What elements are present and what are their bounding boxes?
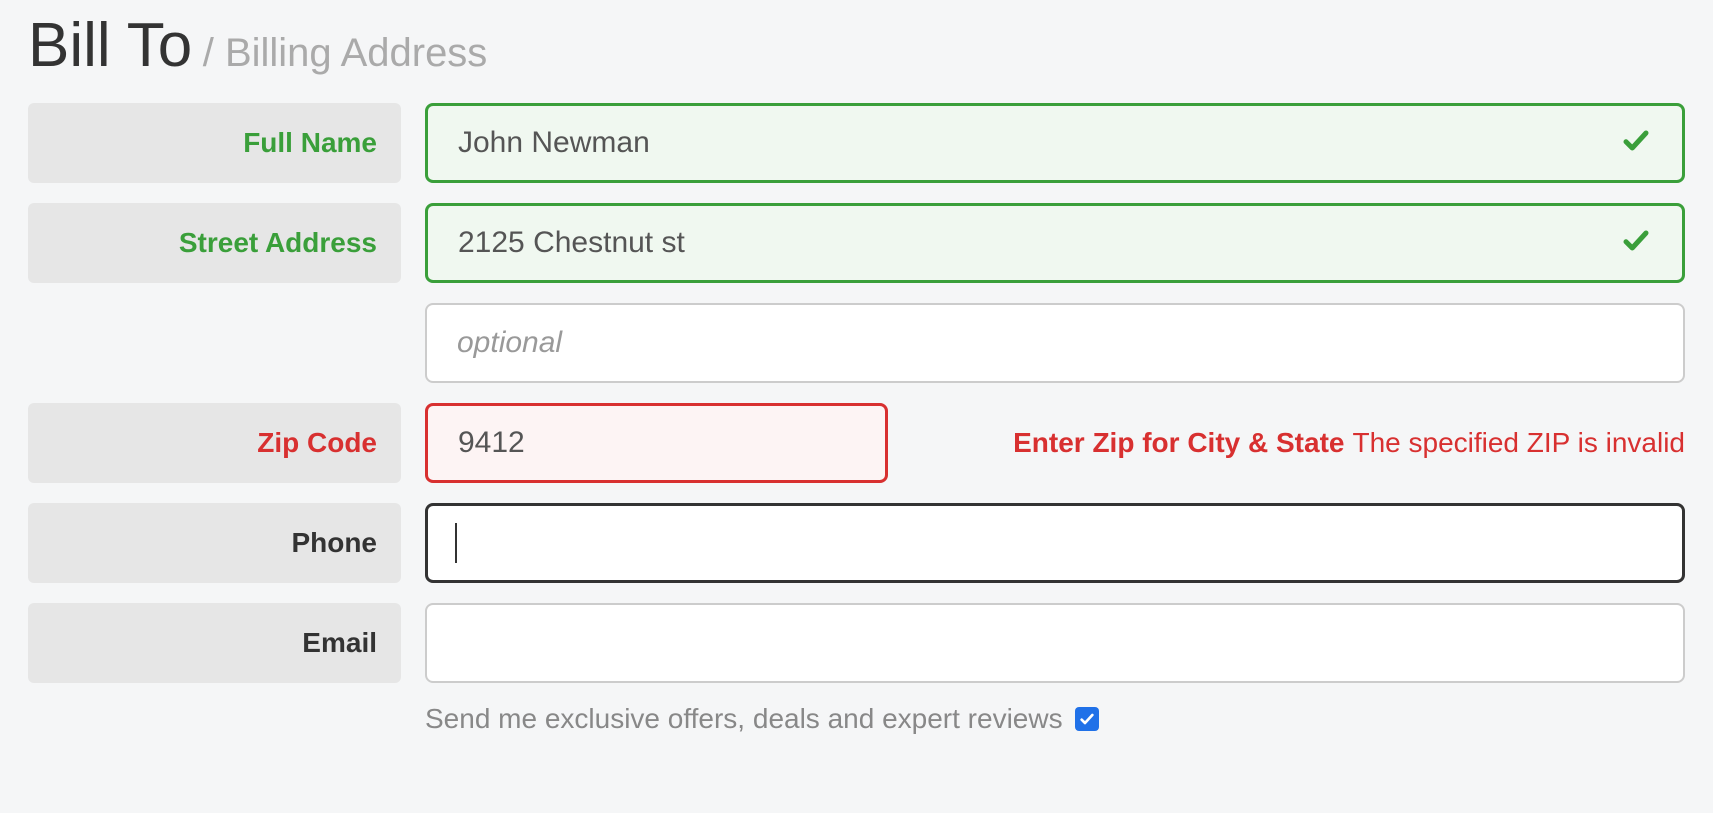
row-street-address-2	[28, 303, 1685, 383]
label-zip-code: Zip Code	[28, 403, 401, 483]
row-zip-code: Zip Code Enter Zip for City & State The …	[28, 403, 1685, 483]
zip-hint-text: The specified ZIP is invalid	[1352, 426, 1685, 460]
row-street-address: Street Address	[28, 203, 1685, 283]
label-street-address: Street Address	[28, 203, 401, 283]
optin-label: Send me exclusive offers, deals and expe…	[425, 703, 1063, 735]
checkmark-icon	[1621, 126, 1651, 161]
street-address-2-field[interactable]	[425, 303, 1685, 383]
zip-code-field[interactable]	[425, 403, 888, 483]
heading-main: Bill To	[28, 11, 192, 80]
heading-sub: / Billing Address	[203, 31, 488, 75]
optin-checkbox[interactable]	[1075, 707, 1099, 731]
label-email: Email	[28, 603, 401, 683]
checkmark-icon	[1621, 226, 1651, 261]
form-heading: Bill To / Billing Address	[28, 10, 1685, 81]
optin-row: Send me exclusive offers, deals and expe…	[425, 697, 1685, 735]
text-cursor	[455, 523, 457, 563]
row-full-name: Full Name	[28, 103, 1685, 183]
row-email: Email	[28, 603, 1685, 683]
label-full-name: Full Name	[28, 103, 401, 183]
label-phone: Phone	[28, 503, 401, 583]
billing-form: Bill To / Billing Address Full Name Stre…	[0, 0, 1713, 735]
zip-error-message: Enter Zip for City & State The specified…	[1013, 426, 1685, 460]
email-field[interactable]	[425, 603, 1685, 683]
full-name-field[interactable]	[425, 103, 1685, 183]
street-address-field[interactable]	[425, 203, 1685, 283]
zip-hint-prefix: Enter Zip for City & State	[1013, 426, 1344, 460]
row-phone: Phone	[28, 503, 1685, 583]
label-street-address-2-empty	[28, 303, 401, 383]
phone-field[interactable]	[425, 503, 1685, 583]
